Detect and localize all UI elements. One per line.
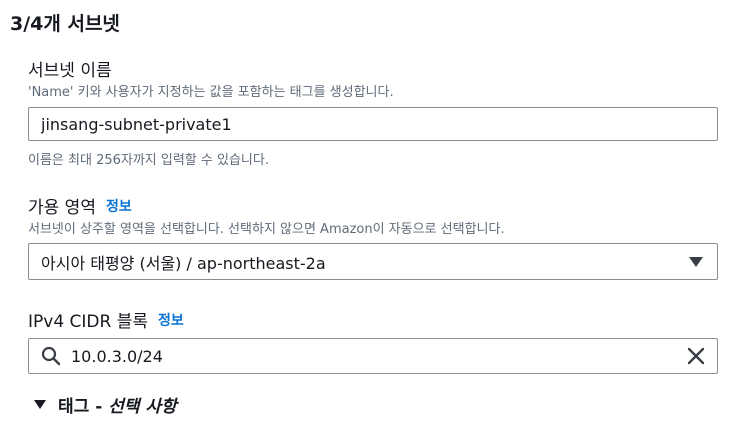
subnet-name-input[interactable]	[29, 108, 717, 140]
tags-label-text: 태그 -	[58, 397, 109, 417]
cidr-field-wrapper	[28, 338, 718, 374]
close-icon[interactable]	[687, 347, 705, 365]
search-icon	[29, 346, 61, 366]
availability-zone-selected-value: 아시아 태평양 (서울) / ap-northeast-2a	[41, 253, 326, 273]
tags-expander[interactable]: 태그 - 선택 사항	[34, 392, 177, 417]
subnet-name-hint: 이름은 최대 256자까지 입력할 수 있습니다.	[28, 153, 269, 168]
availability-zone-label: 가용 영역	[28, 198, 96, 218]
availability-zone-header: 가용 영역 정보	[28, 193, 132, 218]
subnet-name-label: 서브넷 이름	[28, 61, 112, 81]
subnet-name-field-wrapper	[28, 107, 718, 141]
tags-optional-text: 선택 사항	[108, 397, 177, 417]
availability-zone-select[interactable]: 아시아 태평양 (서울) / ap-northeast-2a	[28, 243, 718, 280]
subnet-name-description: 'Name' 키와 사용자가 지정하는 값을 포함하는 태그를 생성합니다.	[28, 85, 394, 100]
cidr-label: IPv4 CIDR 블록	[28, 312, 149, 332]
availability-zone-description: 서브넷이 상주할 영역을 선택합니다. 선택하지 않으면 Amazon이 자동으…	[28, 222, 505, 237]
section-title: 3/4개 서브넷	[10, 13, 120, 35]
caret-down-icon	[689, 256, 703, 267]
availability-zone-info-link[interactable]: 정보	[106, 196, 132, 216]
cidr-header: IPv4 CIDR 블록 정보	[28, 307, 184, 332]
cidr-input[interactable]	[61, 339, 687, 373]
cidr-info-link[interactable]: 정보	[158, 310, 184, 330]
caret-down-icon	[34, 400, 46, 409]
tags-label: 태그 - 선택 사항	[58, 392, 177, 417]
